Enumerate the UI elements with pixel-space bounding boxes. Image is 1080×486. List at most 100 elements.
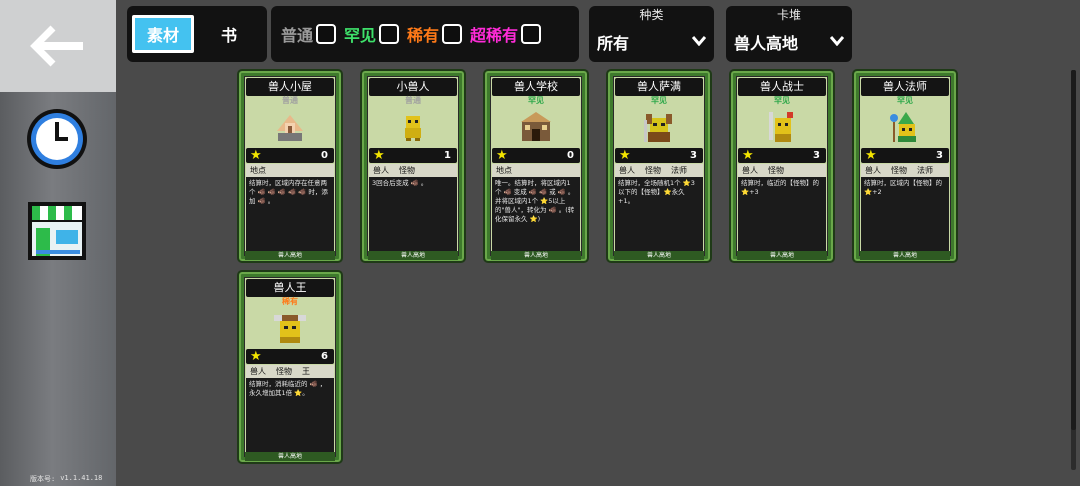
star-icon: ★ — [742, 148, 754, 163]
pile-dropdown[interactable]: 卡堆 兽人高地 — [726, 6, 852, 62]
card-name: 兽人萨满 — [615, 78, 703, 96]
card-tag: 怪物 — [891, 166, 907, 175]
card-tag: 地点 — [496, 166, 512, 175]
card-tag: 怪物 — [399, 166, 415, 175]
clock-icon — [27, 109, 87, 169]
card-face: 小兽人 普通 ★ 1 兽人 怪物 3回合后变成 🐗 。 兽人高地 — [367, 76, 459, 260]
card-face: 兽人战士 罕见 ★ 3 兽人 怪物 结算时，临近的【怪物】的 ⭐+3 兽人高地 — [736, 76, 828, 260]
version-info: 版本号: v1.1.41.18 — [30, 474, 102, 484]
card-art-icon — [614, 106, 704, 148]
card-stat-bar: ★ 3 — [861, 148, 949, 163]
card[interactable]: 兽人法师 罕见 ★ 3 兽人 怪物 法师 结算时，区域内【怪物】的 ⭐+2 兽人高地 — [852, 69, 958, 263]
card-name: 小兽人 — [369, 78, 457, 96]
card-tag: 法师 — [917, 166, 933, 175]
filter-rare-label: 稀有 — [407, 26, 440, 45]
card-tag: 兽人 — [865, 166, 881, 175]
card-tags: 兽人 怪物 法师 — [615, 164, 703, 177]
star-icon: ★ — [619, 148, 631, 163]
card-tag: 兽人 — [742, 166, 758, 175]
card-tag: 怪物 — [768, 166, 784, 175]
card-rarity: 罕见 — [651, 96, 667, 105]
card-description: 结算时，区域内【怪物】的 ⭐+2 — [861, 177, 949, 255]
card-tag: 兽人 — [619, 166, 635, 175]
card-description: 结算时，临近的【怪物】的 ⭐+3 — [738, 177, 826, 255]
card-art-icon — [860, 106, 950, 148]
card-face: 兽人学校 罕见 ★ 0 地点 唯一。结算时，将区域内1个 🐗 变成 🐗 🐗 或 … — [490, 76, 582, 260]
card-tags: 兽人 怪物 — [369, 164, 457, 177]
card-pile-label: 兽人高地 — [737, 251, 827, 260]
card-value: 3 — [936, 150, 943, 161]
filter-uncommon-label: 罕见 — [344, 26, 377, 45]
card-face: 兽人萨满 罕见 ★ 3 兽人 怪物 法师 结算时，全场随机1个 ⭐3以下的【怪物】⭐… — [613, 76, 705, 260]
card-rarity: 罕见 — [897, 96, 913, 105]
star-icon: ★ — [250, 148, 262, 163]
card-name: 兽人法师 — [861, 78, 949, 96]
card[interactable]: 兽人学校 罕见 ★ 0 地点 唯一。结算时，将区域内1个 🐗 变成 🐗 🐗 或 … — [483, 69, 589, 263]
card-value: 0 — [567, 150, 574, 161]
card-art-icon — [245, 307, 335, 349]
card[interactable]: 兽人萨满 罕见 ★ 3 兽人 怪物 法师 结算时，全场随机1个 ⭐3以下的【怪物】⭐… — [606, 69, 712, 263]
filter-uncommon-checkbox[interactable] — [379, 24, 400, 44]
filter-uncommon[interactable]: 罕见 — [344, 22, 400, 46]
card-tag: 王 — [302, 367, 310, 376]
back-arrow-icon — [30, 25, 83, 67]
card[interactable]: 兽人小屋 普通 ★ 0 地点 结算时，区域内存在任意两个 🐗 🐗 🐗 🐗 🐗 时… — [237, 69, 343, 263]
card[interactable]: 小兽人 普通 ★ 1 兽人 怪物 3回合后变成 🐗 。 兽人高地 — [360, 69, 466, 263]
filter-common[interactable]: 普通 — [281, 22, 337, 46]
card-stat-bar: ★ 3 — [738, 148, 826, 163]
card-stat-bar: ★ 6 — [246, 349, 334, 364]
filter-rare-checkbox[interactable] — [442, 24, 463, 44]
card-stat-bar: ★ 1 — [369, 148, 457, 163]
card[interactable]: 兽人战士 罕见 ★ 3 兽人 怪物 结算时，临近的【怪物】的 ⭐+3 兽人高地 — [729, 69, 835, 263]
filter-rare[interactable]: 稀有 — [407, 22, 463, 46]
filter-common-label: 普通 — [281, 26, 314, 45]
filter-common-checkbox[interactable] — [316, 24, 337, 44]
tab-materials[interactable]: 素材 — [132, 15, 194, 53]
card-tag: 法师 — [671, 166, 687, 175]
card-tags: 兽人 怪物 王 — [246, 365, 334, 378]
shop-button[interactable] — [22, 196, 92, 266]
card-pile-label: 兽人高地 — [491, 251, 581, 260]
card[interactable]: 兽人王 稀有 ★ 6 兽人 怪物 王 结算时，消耗临近的 🐗 ，永久增加其1倍 ⭐。… — [237, 270, 343, 464]
card-tags: 兽人 怪物 法师 — [861, 164, 949, 177]
card-face: 兽人王 稀有 ★ 6 兽人 怪物 王 结算时，消耗临近的 🐗 ，永久增加其1倍 ⭐。… — [244, 277, 336, 461]
card-value: 3 — [690, 150, 697, 161]
scrollbar[interactable] — [1071, 70, 1076, 470]
filter-very-rare[interactable]: 超稀有 — [470, 22, 542, 46]
scrollbar-thumb[interactable] — [1071, 70, 1076, 430]
card-rarity: 稀有 — [282, 297, 298, 306]
version-label: 版本号: — [30, 475, 56, 483]
card-stat-bar: ★ 0 — [246, 148, 334, 163]
shop-icon — [28, 202, 86, 260]
card-description: 结算时，全场随机1个 ⭐3以下的【怪物】⭐永久+1。 — [615, 177, 703, 255]
card-rarity: 罕见 — [528, 96, 544, 105]
back-button[interactable] — [22, 16, 92, 76]
card-tags: 地点 — [246, 164, 334, 177]
kind-dropdown[interactable]: 种类 所有 — [589, 6, 714, 62]
sidebar: 版本号: v1.1.41.18 — [0, 0, 116, 486]
card-pile-label: 兽人高地 — [860, 251, 950, 260]
card-name: 兽人战士 — [738, 78, 826, 96]
card-tags: 兽人 怪物 — [738, 164, 826, 177]
star-icon: ★ — [250, 349, 262, 364]
card-description: 唯一。结算时，将区域内1个 🐗 变成 🐗 🐗 或 🐗 。并将区域内1个 ⭐5以上… — [492, 177, 580, 255]
card-stat-bar: ★ 3 — [615, 148, 703, 163]
pile-dropdown-title: 卡堆 — [776, 8, 801, 22]
kind-dropdown-title: 种类 — [639, 8, 664, 22]
card-stat-bar: ★ 0 — [492, 148, 580, 163]
tab-books[interactable]: 书 — [198, 15, 260, 53]
filter-very-rare-checkbox[interactable] — [521, 24, 542, 44]
card-pile-label: 兽人高地 — [245, 452, 335, 461]
rarity-filter-bar: 普通 罕见 稀有 超稀有 — [271, 6, 579, 62]
card-art-icon — [491, 106, 581, 148]
chevron-down-icon — [691, 34, 707, 50]
card-face: 兽人法师 罕见 ★ 3 兽人 怪物 法师 结算时，区域内【怪物】的 ⭐+2 兽人高地 — [859, 76, 951, 260]
star-icon: ★ — [496, 148, 508, 163]
card-pile-label: 兽人高地 — [614, 251, 704, 260]
card-value: 3 — [813, 150, 820, 161]
card-value: 6 — [321, 351, 328, 362]
card-face: 兽人小屋 普通 ★ 0 地点 结算时，区域内存在任意两个 🐗 🐗 🐗 🐗 🐗 时… — [244, 76, 336, 260]
card-name: 兽人小屋 — [246, 78, 334, 96]
card-art-icon — [737, 106, 827, 148]
clock-button[interactable] — [22, 104, 92, 174]
